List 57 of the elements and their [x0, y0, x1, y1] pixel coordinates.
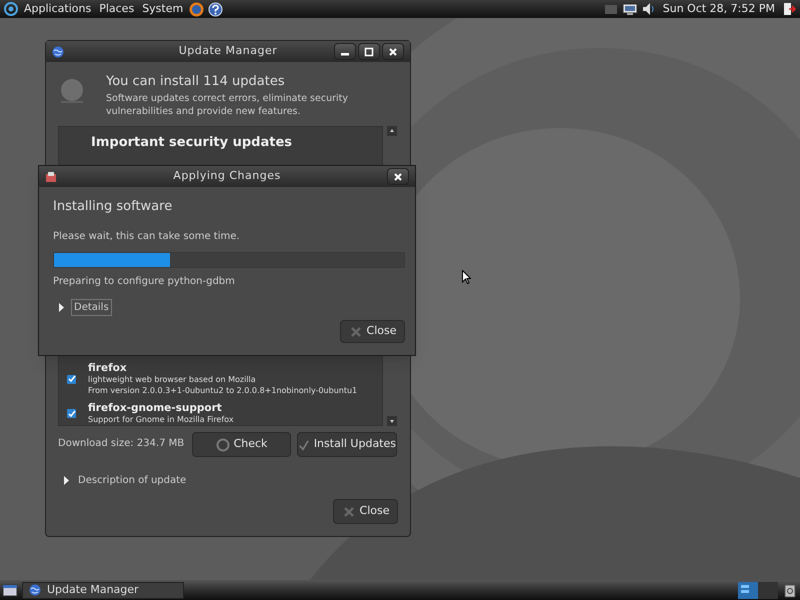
package-version: From version 2.0.0.3+1-0ubuntu2 to 2.0.0.8+1nobinonly-0ubuntu1 — [88, 385, 358, 396]
close-button[interactable] — [382, 43, 404, 60]
push-button[interactable]: Close — [333, 499, 398, 524]
progress-status: Preparing to configure python-gdbm — [53, 274, 236, 288]
window-title: Applying Changes — [173, 168, 281, 184]
menu-item[interactable]: System — [140, 0, 186, 18]
taskbar-button[interactable]: Update Manager — [22, 582, 184, 598]
close-icon — [393, 172, 403, 182]
check-icon — [68, 375, 76, 383]
help-icon[interactable] — [208, 2, 224, 16]
speaker-icon[interactable] — [642, 2, 655, 16]
update-heading: You can install 114 updates — [106, 73, 286, 91]
dialog-heading: Installing software — [53, 198, 174, 216]
globe-icon — [58, 76, 86, 106]
globe-icon — [29, 584, 41, 596]
section-header: Important security updates — [90, 134, 294, 152]
minimize-icon — [341, 53, 349, 56]
maximize-button[interactable] — [358, 43, 380, 60]
push-button[interactable]: Close — [340, 320, 405, 343]
tray-app-icon[interactable] — [604, 2, 618, 16]
push-button[interactable]: Install Updates — [297, 432, 397, 457]
update-description: Software updates correct errors, eliminate security vulnerabilities and provide new features. — [106, 92, 349, 118]
close-icon — [388, 46, 398, 56]
mouse-pointer-icon — [462, 270, 471, 284]
close-button[interactable] — [387, 168, 409, 185]
menu-item[interactable]: Applications — [22, 0, 94, 18]
push-button[interactable]: Check — [192, 432, 291, 457]
distribution-logo-icon[interactable] — [4, 2, 18, 16]
window-icon[interactable] — [52, 46, 64, 58]
scroll-up-icon[interactable] — [387, 126, 397, 136]
cross-icon — [348, 324, 363, 338]
clock: Sun Oct 28, 7:52 PM — [662, 0, 776, 17]
expander-triangle-icon — [57, 302, 65, 312]
workspace-switcher-icon[interactable] — [738, 582, 778, 598]
window-title: Update Manager — [178, 43, 278, 60]
package-name: firefox — [88, 362, 128, 374]
checkmark-icon — [298, 438, 310, 452]
checkbox[interactable] — [67, 374, 76, 384]
dialog-message: Please wait, this can take some time. — [53, 230, 241, 244]
scroll-down-icon[interactable] — [387, 416, 397, 426]
window-icon[interactable] — [45, 170, 57, 182]
checkbox[interactable] — [67, 409, 76, 418]
menu-item[interactable]: Places — [97, 0, 136, 18]
show-desktop-icon[interactable] — [2, 582, 18, 598]
package-description: Support for Gnome in Mozilla Firefox — [88, 414, 234, 425]
logout-icon[interactable] — [783, 2, 796, 16]
cross-icon — [342, 504, 356, 518]
expander[interactable]: Description of update — [62, 473, 186, 488]
check-icon — [68, 410, 76, 418]
package-description: lightweight web browser based on Mozilla — [88, 374, 257, 385]
expander-triangle-icon — [62, 476, 70, 485]
browser-icon[interactable] — [189, 2, 204, 16]
network-icon[interactable] — [622, 2, 638, 16]
package-name: firefox-gnome-support — [88, 402, 223, 414]
maximize-icon — [364, 46, 374, 56]
download-size: Download size: 234.7 MB — [58, 437, 186, 451]
minimize-button[interactable] — [334, 43, 356, 60]
